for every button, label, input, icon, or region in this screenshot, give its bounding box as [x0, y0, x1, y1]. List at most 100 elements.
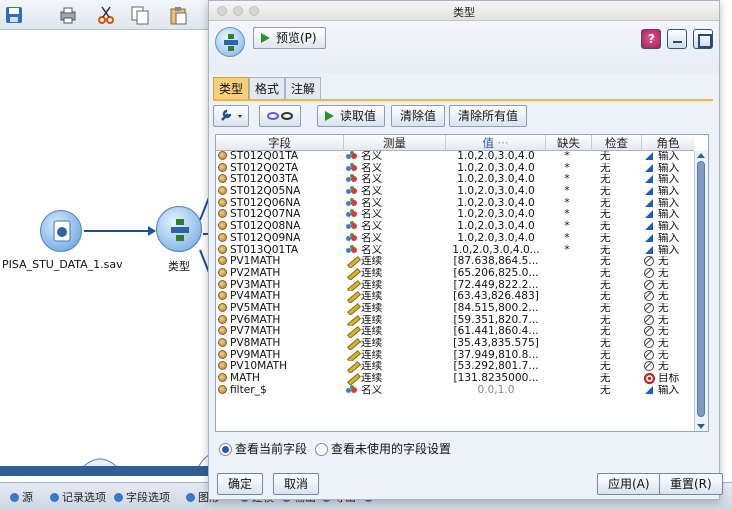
check-cell[interactable]: 无 [596, 373, 640, 385]
table-row[interactable]: ST012Q06NA 名义 1.0,2.0,3.0,4.0 * 无 输入 [216, 197, 694, 210]
missing-cell[interactable]: * [546, 233, 588, 245]
values-cell[interactable]: 1.0,2.0,3.0,4.0 [448, 163, 544, 175]
check-cell[interactable]: 无 [596, 361, 640, 373]
measurement-cell[interactable]: 名义 [346, 221, 446, 233]
clear-all-values-button[interactable]: 清除所有值 [449, 105, 528, 127]
field-name-cell[interactable]: ST012Q08NA [218, 221, 342, 233]
table-row[interactable]: ST012Q03TA 名义 1.0,2.0,3.0,4.0 * 无 输入 [216, 174, 694, 186]
field-links-button[interactable] [259, 105, 301, 127]
table-row[interactable]: PV3MATH 连续 [72.449,822.2... 无 无 [216, 279, 694, 292]
paste-icon[interactable] [168, 5, 190, 25]
missing-cell[interactable] [546, 361, 588, 373]
missing-cell[interactable]: * [546, 221, 588, 233]
radio-unused-fields[interactable]: 查看未使用的字段设置 [315, 441, 451, 457]
column-header-missing[interactable]: 缺失 [546, 135, 592, 151]
field-name-cell[interactable]: PV4MATH [218, 291, 342, 303]
values-cell[interactable]: 1.0,2.0,3.0,4.0 [448, 151, 544, 163]
measurement-cell[interactable]: 连续 [346, 350, 446, 362]
table-row[interactable]: ST012Q08NA 名义 1.0,2.0,3.0,4.0 * 无 输入 [216, 221, 694, 233]
missing-cell[interactable] [546, 315, 588, 327]
measurement-cell[interactable]: 连续 [346, 338, 446, 350]
table-row[interactable]: MATH 连续 [131.8235000... 无 目标 [216, 373, 694, 385]
field-name-cell[interactable]: ST012Q09NA [218, 232, 342, 245]
measurement-cell[interactable]: 名义 [346, 233, 446, 245]
role-cell[interactable]: 输入 [644, 174, 694, 186]
values-cell[interactable]: 0.0,1.0 [448, 385, 544, 397]
values-cell[interactable]: [59.351,820.7... [448, 315, 544, 327]
field-name-cell[interactable]: MATH [218, 373, 342, 385]
check-cell[interactable]: 无 [596, 280, 640, 292]
field-name-cell[interactable]: PV10MATH [218, 361, 342, 373]
missing-cell[interactable] [546, 350, 588, 362]
palette-tab-sources[interactable]: 源 [8, 489, 33, 509]
print-icon[interactable] [58, 5, 80, 25]
missing-cell[interactable] [546, 268, 588, 280]
table-row[interactable]: filter_$ 名义 0.0,1.0 无 输入 [216, 384, 694, 397]
field-name-cell[interactable]: ST012Q05NA [218, 186, 342, 198]
measurement-cell[interactable]: 名义 [346, 385, 446, 397]
missing-cell[interactable]: * [546, 163, 588, 175]
table-row[interactable]: PV2MATH 连续 [65.206,825.0... 无 无 [216, 267, 694, 280]
missing-cell[interactable]: * [546, 186, 588, 198]
values-cell[interactable]: 1.0,2.0,3.0,4.0 [448, 186, 544, 198]
column-header-role[interactable]: 角色 [642, 135, 694, 151]
table-row[interactable]: ST012Q07NA 名义 1.0,2.0,3.0,4.0 * 无 输入 [216, 209, 694, 221]
check-cell[interactable]: 无 [596, 221, 640, 233]
field-name-cell[interactable]: PV8MATH [218, 338, 342, 350]
missing-cell[interactable] [546, 373, 588, 385]
scroll-thumb[interactable] [697, 161, 705, 417]
column-header-measurement[interactable]: 测量 [344, 135, 446, 151]
measurement-cell[interactable]: 名义 [346, 209, 446, 221]
table-row[interactable]: PV4MATH 连续 [63.43,826.483] 无 无 [216, 291, 694, 303]
scroll-up-icon[interactable] [697, 153, 705, 158]
values-cell[interactable]: [72.449,822.2... [448, 280, 544, 292]
table-row[interactable]: PV8MATH 连续 [35.43,835.575] 无 无 [216, 338, 694, 350]
help-button[interactable]: ? [641, 29, 662, 49]
role-cell[interactable]: 目标 [644, 373, 694, 385]
role-cell[interactable]: 输入 [644, 385, 694, 397]
check-cell[interactable]: 无 [596, 350, 640, 362]
tab-types[interactable]: 类型 [213, 77, 250, 99]
table-row[interactable]: PV6MATH 连续 [59.351,820.7... 无 无 [216, 314, 694, 327]
check-cell[interactable]: 无 [596, 338, 640, 350]
type-node[interactable] [156, 206, 202, 252]
dialog-titlebar[interactable]: 类型 [209, 1, 719, 21]
values-cell[interactable]: 1.0,2.0,3.0,4.0 [448, 209, 544, 221]
table-row[interactable]: ST013Q01TA 名义 1.0,2.0,3.0,4.0... * 无 输入 [216, 244, 694, 257]
tab-format[interactable]: 格式 [249, 77, 286, 99]
field-name-cell[interactable]: PV9MATH [218, 349, 342, 362]
missing-cell[interactable]: * [546, 198, 588, 210]
missing-cell[interactable]: * [546, 209, 588, 221]
canvas-hscrollbar[interactable] [0, 466, 212, 476]
table-row[interactable]: PV5MATH 连续 [84.515,800.2... 无 无 [216, 302, 694, 315]
values-cell[interactable]: 1.0,2.0,3.0,4.0 [448, 174, 544, 186]
measurement-cell[interactable]: 名义 [346, 186, 446, 198]
table-row[interactable]: PV10MATH 连续 [53.292,801.7... 无 无 [216, 361, 694, 373]
missing-cell[interactable]: * [546, 245, 588, 257]
measurement-cell[interactable]: 连续 [346, 315, 446, 327]
field-name-cell[interactable]: ST012Q03TA [218, 174, 342, 186]
measurement-cell[interactable]: 连续 [346, 373, 446, 385]
check-cell[interactable]: 无 [596, 186, 640, 198]
role-cell[interactable]: 无 [644, 279, 694, 292]
values-cell[interactable]: [65.206,825.0... [448, 268, 544, 280]
copy-icon[interactable] [130, 5, 152, 25]
role-cell[interactable]: 输入 [644, 151, 694, 163]
missing-cell[interactable] [546, 385, 588, 397]
values-cell[interactable]: [61.441,860.4... [448, 326, 544, 338]
measurement-cell[interactable]: 名义 [346, 198, 446, 210]
table-row[interactable]: ST012Q05NA 名义 1.0,2.0,3.0,4.0 * 无 输入 [216, 186, 694, 198]
field-name-cell[interactable]: ST013Q01TA [218, 244, 342, 257]
role-cell[interactable]: 输入 [644, 209, 694, 221]
check-cell[interactable]: 无 [596, 315, 640, 327]
check-cell[interactable]: 无 [596, 385, 640, 397]
missing-cell[interactable] [546, 256, 588, 268]
maximize-dialog-button[interactable] [693, 29, 713, 49]
measurement-cell[interactable]: 名义 [346, 174, 446, 186]
missing-cell[interactable] [546, 326, 588, 338]
check-cell[interactable]: 无 [596, 163, 640, 175]
check-cell[interactable]: 无 [596, 256, 640, 268]
missing-cell[interactable]: * [546, 174, 588, 186]
field-name-cell[interactable]: PV5MATH [218, 302, 342, 315]
role-cell[interactable]: 无 [644, 338, 694, 350]
